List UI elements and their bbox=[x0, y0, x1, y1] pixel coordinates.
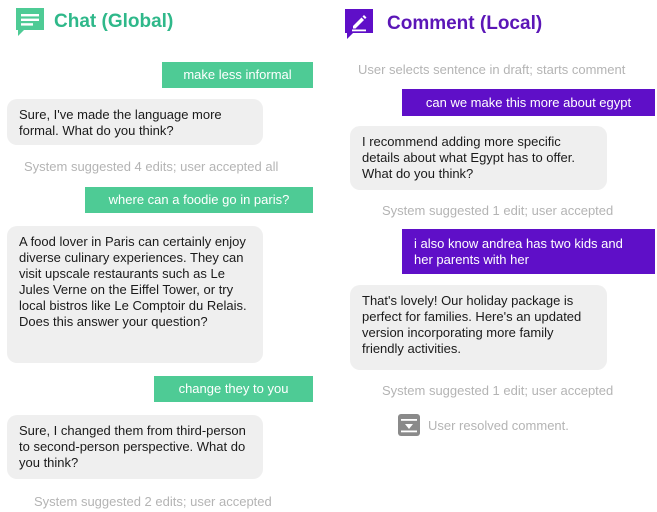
system-note: User selects sentence in draft; starts c… bbox=[358, 62, 626, 77]
comment-panel-title: Comment (Local) bbox=[387, 13, 543, 34]
user-message: where can a foodie go in paris? bbox=[85, 187, 313, 213]
user-message: make less informal bbox=[162, 62, 313, 88]
system-note: System suggested 1 edit; user accepted bbox=[382, 203, 614, 218]
resolved-row: User resolved comment. bbox=[398, 414, 569, 436]
assistant-message: That's lovely! Our holiday package is pe… bbox=[350, 285, 607, 370]
comment-panel-header: Comment (Local) bbox=[343, 7, 542, 41]
assistant-message: I recommend adding more specific details… bbox=[350, 126, 607, 190]
chat-bubble-icon bbox=[16, 8, 44, 36]
chat-panel-title: Chat (Global) bbox=[54, 11, 174, 32]
assistant-message: A food lover in Paris can certainly enjo… bbox=[7, 226, 263, 363]
resolved-note: User resolved comment. bbox=[428, 417, 569, 433]
chat-panel-header: Chat (Global) bbox=[14, 6, 173, 38]
system-note: System suggested 2 edits; user accepted bbox=[34, 494, 272, 509]
archive-box-icon bbox=[398, 414, 420, 436]
system-note: System suggested 1 edit; user accepted bbox=[382, 383, 614, 398]
user-message: i also know andrea has two kids and her … bbox=[402, 229, 655, 274]
assistant-message: Sure, I've made the language more formal… bbox=[7, 99, 263, 145]
user-message: can we make this more about egypt bbox=[402, 89, 655, 116]
user-message: change they to you bbox=[154, 376, 313, 402]
assistant-message: Sure, I changed them from third-person t… bbox=[7, 415, 263, 479]
system-note: System suggested 4 edits; user accepted … bbox=[24, 159, 279, 174]
edit-comment-icon bbox=[345, 9, 373, 39]
